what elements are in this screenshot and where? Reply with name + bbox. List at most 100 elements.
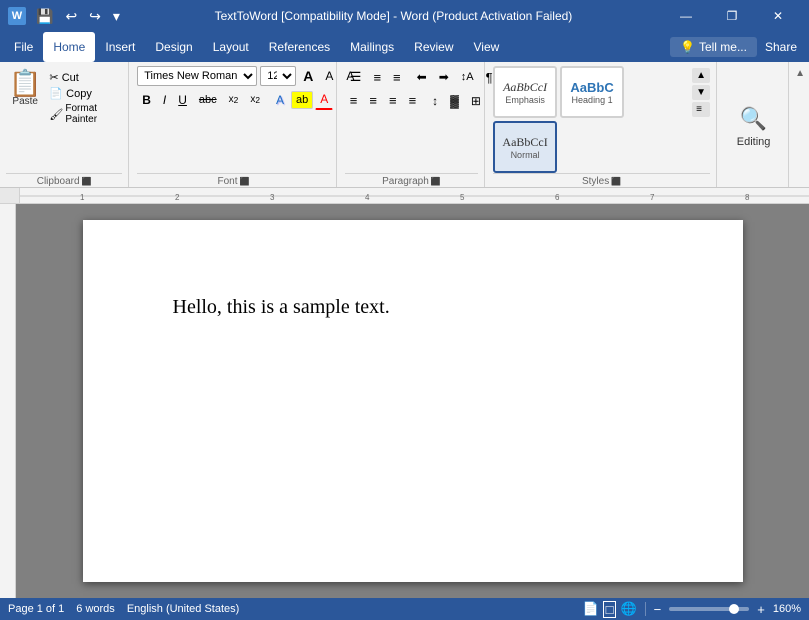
line-spacing-button[interactable]: ↕ bbox=[427, 91, 443, 111]
decrease-indent-button[interactable]: ⬅ bbox=[412, 67, 432, 87]
zoom-thumb[interactable] bbox=[729, 604, 739, 614]
increase-indent-button[interactable]: ➡ bbox=[434, 67, 454, 87]
save-icon[interactable]: 💾 bbox=[32, 6, 57, 27]
svg-text:8: 8 bbox=[745, 193, 750, 202]
undo-icon[interactable]: ↩ bbox=[61, 6, 81, 27]
close-button[interactable]: ✕ bbox=[755, 0, 801, 32]
heading1-preview: AaBbC bbox=[570, 80, 613, 95]
tell-me-button[interactable]: 💡 Tell me... bbox=[670, 37, 757, 57]
bold-button[interactable]: B bbox=[137, 90, 156, 110]
menu-references[interactable]: References bbox=[259, 32, 340, 62]
align-right-button[interactable]: ≡ bbox=[384, 90, 402, 111]
lightbulb-icon: 💡 bbox=[680, 40, 695, 54]
align-center-button[interactable]: ≡ bbox=[364, 90, 382, 111]
zoom-slider[interactable] bbox=[669, 607, 749, 611]
paragraph-group: ☰ ≡ ≡ ⬅ ➡ ↕A ¶ ≡ ≡ ≡ ≡ ↕ ▓ ⊞ Paragraph bbox=[339, 62, 485, 187]
paste-button[interactable]: 📋 Paste bbox=[6, 66, 44, 109]
format-painter-button[interactable]: 🖌 Format Painter bbox=[46, 102, 122, 126]
font-color-button[interactable]: A bbox=[315, 89, 333, 110]
clipboard-group: 📋 Paste ✂ Cut 📄 Copy 🖌 Format Painter Cl… bbox=[0, 62, 129, 187]
minimize-button[interactable]: — bbox=[663, 0, 709, 32]
collapse-ribbon-button[interactable]: ▲ bbox=[791, 62, 809, 187]
numbering-button[interactable]: ≡ bbox=[368, 67, 386, 88]
ruler-corner bbox=[0, 188, 20, 203]
normal-label: Normal bbox=[511, 150, 540, 160]
tell-me-label: Tell me... bbox=[699, 40, 747, 54]
web-view-button[interactable]: 🌐 bbox=[620, 601, 636, 618]
style-heading1[interactable]: AaBbC Heading 1 bbox=[560, 66, 624, 118]
document-container: Hello, this is a sample text. bbox=[0, 204, 809, 598]
menu-mailings[interactable]: Mailings bbox=[340, 32, 404, 62]
text-effects-button[interactable]: A bbox=[271, 90, 289, 110]
font-expand-icon: ⬛ bbox=[240, 177, 250, 186]
shrink-font-button[interactable]: A bbox=[320, 66, 338, 86]
read-view-button[interactable]: 📄 bbox=[582, 601, 598, 618]
qa-dropdown-icon[interactable]: ▾ bbox=[109, 6, 124, 27]
styles-more[interactable]: ≡ bbox=[692, 102, 710, 117]
styles-scroll-down[interactable]: ▼ bbox=[692, 85, 710, 100]
superscript-button[interactable]: x2 bbox=[245, 91, 265, 108]
copy-button[interactable]: 📄 Copy bbox=[46, 86, 122, 101]
font-group-label[interactable]: Font ⬛ bbox=[137, 173, 330, 187]
editing-label: Editing bbox=[737, 136, 771, 148]
menu-review[interactable]: Review bbox=[404, 32, 463, 62]
style-normal[interactable]: AaBbCcI Normal bbox=[493, 121, 557, 173]
grow-font-button[interactable]: A bbox=[299, 66, 317, 86]
window-controls: — ❐ ✕ bbox=[663, 0, 801, 32]
document-scroll-area[interactable]: Hello, this is a sample text. bbox=[16, 204, 809, 598]
menu-view[interactable]: View bbox=[464, 32, 510, 62]
font-group: Times New Roman 12 A A A B I U abc x2 x2… bbox=[131, 62, 337, 187]
styles-scroll-up[interactable]: ▲ bbox=[692, 68, 710, 83]
paste-icon: 📋 bbox=[9, 70, 41, 96]
document-page[interactable]: Hello, this is a sample text. bbox=[83, 220, 743, 582]
print-view-button[interactable]: □ bbox=[603, 601, 617, 618]
paste-label: Paste bbox=[12, 96, 38, 107]
emphasis-label: Emphasis bbox=[505, 95, 545, 105]
menu-layout[interactable]: Layout bbox=[203, 32, 259, 62]
word-icon: W bbox=[8, 7, 26, 25]
ruler-bar: 1 2 3 4 5 6 7 8 bbox=[0, 188, 809, 204]
justify-button[interactable]: ≡ bbox=[404, 90, 422, 111]
borders-button[interactable]: ⊞ bbox=[466, 91, 486, 111]
bullets-button[interactable]: ☰ bbox=[345, 66, 367, 88]
menu-design[interactable]: Design bbox=[145, 32, 202, 62]
svg-text:6: 6 bbox=[555, 193, 560, 202]
zoom-in-button[interactable]: + bbox=[757, 602, 765, 617]
page-info: Page 1 of 1 bbox=[8, 603, 64, 615]
cut-button[interactable]: ✂ Cut bbox=[46, 70, 122, 85]
svg-text:2: 2 bbox=[175, 193, 180, 202]
svg-text:4: 4 bbox=[365, 193, 370, 202]
strikethrough-button[interactable]: abc bbox=[194, 91, 222, 109]
italic-button[interactable]: I bbox=[158, 90, 171, 110]
style-emphasis[interactable]: AaBbCcI Emphasis bbox=[493, 66, 557, 118]
styles-group-label[interactable]: Styles ⬛ bbox=[493, 173, 710, 187]
clipboard-label: Clipboard bbox=[37, 176, 80, 187]
emphasis-preview: AaBbCcI bbox=[503, 80, 547, 95]
clipboard-group-label[interactable]: Clipboard ⬛ bbox=[6, 173, 122, 187]
zoom-level[interactable]: 160% bbox=[773, 603, 801, 615]
document-text[interactable]: Hello, this is a sample text. bbox=[173, 292, 653, 322]
font-name-select[interactable]: Times New Roman bbox=[137, 66, 257, 86]
outline-button[interactable]: ≡ bbox=[388, 67, 406, 88]
underline-button[interactable]: U bbox=[173, 90, 192, 110]
share-button[interactable]: Share bbox=[765, 40, 797, 54]
align-left-button[interactable]: ≡ bbox=[345, 90, 363, 111]
sort-button[interactable]: ↕A bbox=[456, 68, 479, 86]
highlight-color-button[interactable]: ab bbox=[291, 91, 313, 109]
menu-insert[interactable]: Insert bbox=[95, 32, 145, 62]
styles-label: Styles bbox=[582, 176, 609, 187]
title-bar-left: W 💾 ↩ ↪ ▾ bbox=[8, 6, 124, 27]
maximize-button[interactable]: ❐ bbox=[709, 0, 755, 32]
status-bar-right: 📄 □ 🌐 − + 160% bbox=[582, 601, 801, 618]
subscript-button[interactable]: x2 bbox=[224, 91, 244, 108]
language: English (United States) bbox=[127, 603, 240, 615]
zoom-out-button[interactable]: − bbox=[654, 602, 662, 617]
paragraph-group-label[interactable]: Paragraph ⬛ bbox=[345, 173, 478, 187]
shading-button[interactable]: ▓ bbox=[445, 91, 464, 111]
menu-file[interactable]: File bbox=[4, 32, 43, 62]
menu-home[interactable]: Home bbox=[43, 32, 95, 62]
font-size-select[interactable]: 12 bbox=[260, 66, 296, 86]
menu-bar-right: 💡 Tell me... Share bbox=[670, 32, 805, 62]
redo-icon[interactable]: ↪ bbox=[85, 6, 105, 27]
styles-group: AaBbCcI Emphasis AaBbC Heading 1 AaBbCcI… bbox=[487, 62, 717, 187]
